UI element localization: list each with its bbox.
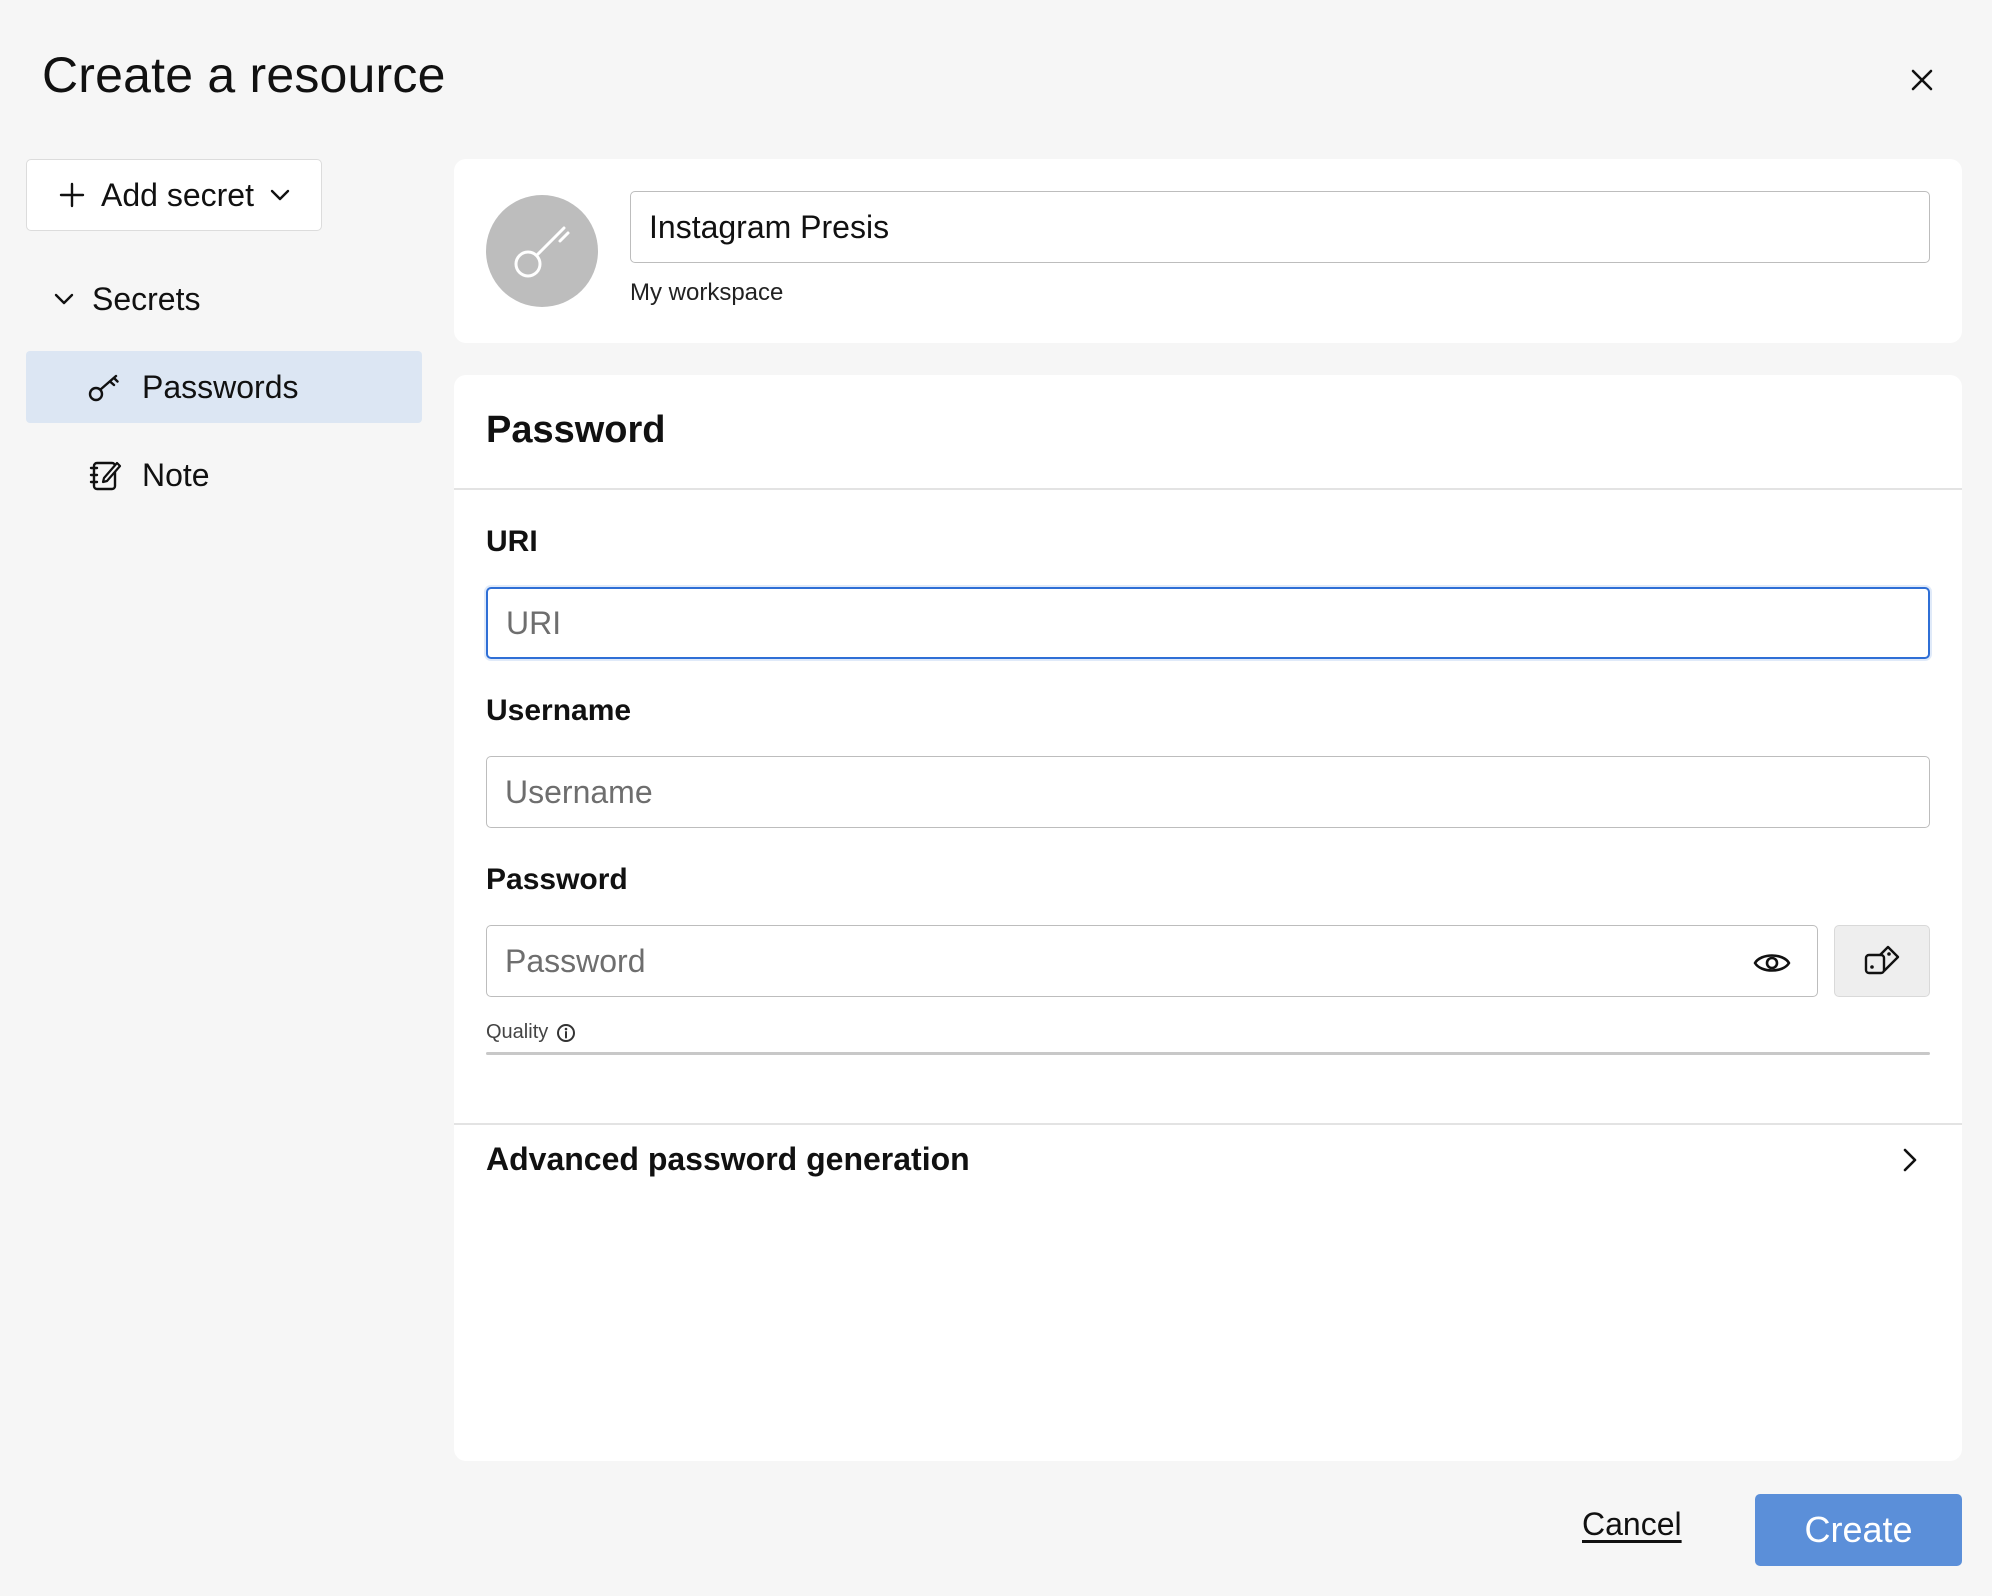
resource-name-input[interactable]	[630, 191, 1930, 263]
eye-icon	[1753, 954, 1791, 972]
key-icon	[88, 374, 119, 402]
chevron-right-icon	[1903, 1148, 1917, 1172]
quality-label: Quality	[486, 1021, 549, 1043]
chevron-down-icon	[54, 293, 74, 305]
dice-icon	[1864, 945, 1900, 975]
secrets-tree-label: Secrets	[92, 280, 201, 317]
sidebar-item-label: Passwords	[142, 368, 299, 405]
sidebar-item-note[interactable]: Note	[26, 439, 422, 511]
workspace-label: My workspace	[630, 279, 784, 306]
toggle-visibility-button[interactable]	[1744, 935, 1800, 991]
create-resource-dialog: Create a resource Add secret Secrets Pas…	[0, 0, 1992, 1596]
secrets-tree-toggle[interactable]: Secrets	[54, 274, 200, 324]
section-title: Password	[486, 409, 666, 451]
quality-indicator: Quality	[486, 1021, 576, 1044]
plus-icon	[59, 182, 85, 208]
section-divider	[454, 488, 1962, 490]
info-icon[interactable]	[556, 1023, 576, 1043]
advanced-label: Advanced password generation	[486, 1141, 970, 1177]
password-input[interactable]	[486, 925, 1818, 997]
advanced-password-generation-toggle[interactable]: Advanced password generation	[454, 1123, 1962, 1203]
generate-password-button[interactable]	[1834, 925, 1930, 997]
sidebar-item-passwords[interactable]: Passwords	[26, 351, 422, 423]
uri-label: URI	[486, 525, 538, 558]
key-icon	[514, 226, 570, 278]
quality-bar	[486, 1052, 1930, 1055]
add-secret-label: Add secret	[101, 176, 254, 213]
password-label: Password	[486, 863, 628, 896]
resource-header-card: My workspace	[454, 159, 1962, 343]
uri-input[interactable]	[486, 587, 1930, 659]
cancel-button[interactable]: Cancel	[1582, 1506, 1682, 1543]
resource-avatar	[486, 195, 598, 307]
username-label: Username	[486, 694, 632, 727]
create-button[interactable]: Create	[1755, 1494, 1962, 1566]
password-form-card: Password URI Username Password Quality	[454, 375, 1962, 1461]
sidebar-item-label: Note	[142, 456, 210, 493]
dialog-title: Create a resource	[42, 47, 446, 103]
username-input[interactable]	[486, 756, 1930, 828]
add-secret-button[interactable]: Add secret	[26, 159, 322, 231]
note-icon	[89, 461, 122, 491]
chevron-down-icon	[270, 189, 290, 201]
close-button[interactable]	[1900, 58, 1944, 102]
close-icon	[1911, 69, 1933, 91]
